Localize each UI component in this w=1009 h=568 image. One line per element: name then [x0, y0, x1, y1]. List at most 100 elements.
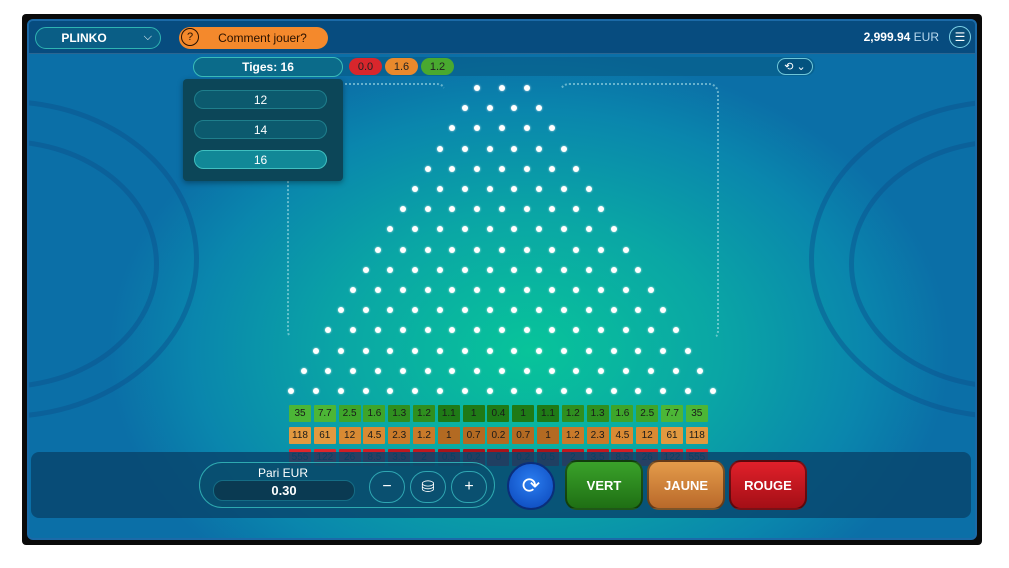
- peg: [511, 347, 518, 354]
- peg: [561, 186, 567, 192]
- peg: [548, 367, 555, 374]
- how-to-play-button[interactable]: ? Comment jouer?: [179, 27, 328, 49]
- pins-option-16[interactable]: 16: [194, 150, 327, 169]
- multiplier-green: 7.7: [313, 405, 336, 422]
- game-selector[interactable]: PLINKO ⌵: [35, 27, 161, 49]
- peg: [585, 388, 592, 394]
- pins-option-12[interactable]: 12: [194, 90, 327, 109]
- question-icon: ?: [181, 28, 199, 46]
- peg: [362, 307, 369, 314]
- peg: [499, 327, 505, 334]
- peg: [486, 347, 493, 354]
- multiplier-green: 2.5: [338, 405, 361, 422]
- peg: [647, 327, 654, 334]
- menu-button[interactable]: ☰: [949, 26, 971, 48]
- peg: [635, 347, 642, 354]
- peg: [461, 145, 468, 152]
- peg: [313, 347, 319, 354]
- peg: [288, 388, 295, 394]
- peg: [300, 367, 307, 374]
- multiplier-yellow: 61: [661, 427, 683, 444]
- peg: [561, 307, 567, 314]
- peg: [474, 85, 481, 91]
- peg: [647, 367, 654, 374]
- multiplier-green: 7.7: [661, 405, 683, 422]
- peg: [449, 165, 456, 172]
- peg: [536, 307, 543, 314]
- peg: [437, 145, 443, 152]
- peg: [486, 226, 493, 233]
- autoplay-button[interactable]: ⟳: [507, 462, 555, 510]
- peg: [486, 145, 493, 152]
- multiplier-yellow: 118: [685, 427, 708, 444]
- peg: [548, 206, 555, 213]
- peg: [499, 125, 505, 132]
- peg: [424, 287, 431, 293]
- peg: [573, 367, 580, 374]
- peg: [672, 327, 679, 334]
- peg: [623, 367, 629, 374]
- history-button[interactable]: ⟲ ⌄: [777, 58, 813, 75]
- peg: [561, 226, 567, 233]
- peg: [474, 165, 481, 172]
- peg: [548, 165, 555, 172]
- peg: [511, 266, 518, 273]
- multiplier-green: 35: [289, 405, 311, 422]
- peg: [461, 388, 468, 394]
- coins-button[interactable]: ⛁: [410, 471, 446, 503]
- pins-selector[interactable]: Tiges: 16: [193, 57, 343, 77]
- peg: [499, 367, 505, 374]
- bet-value[interactable]: 0.30: [213, 480, 355, 501]
- multiplier-green: 35: [685, 405, 708, 422]
- peg: [375, 327, 381, 334]
- peg: [399, 287, 406, 293]
- multiplier-yellow: 4.5: [611, 427, 634, 444]
- peg: [523, 327, 530, 334]
- multiplier-green: 1.1: [437, 405, 460, 422]
- red-drop-button[interactable]: ROUGE: [729, 460, 807, 510]
- decrease-bet-button[interactable]: −: [369, 471, 405, 503]
- pins-option-14[interactable]: 14: [194, 120, 327, 139]
- peg: [424, 327, 431, 334]
- peg: [486, 105, 493, 112]
- multiplier-yellow: 12: [338, 427, 361, 444]
- peg: [350, 327, 357, 334]
- peg: [523, 206, 530, 213]
- peg: [598, 206, 605, 213]
- multiplier-green: 1.6: [611, 405, 634, 422]
- peg: [523, 125, 530, 132]
- peg: [685, 347, 691, 354]
- yellow-drop-button[interactable]: JAUNE: [647, 460, 725, 510]
- pins-dropdown: 12 14 16: [183, 79, 343, 181]
- peg: [474, 367, 481, 374]
- peg: [449, 367, 456, 374]
- peg: [499, 246, 505, 253]
- peg: [610, 226, 617, 233]
- peg: [387, 347, 394, 354]
- multiplier-green: 1.3: [388, 405, 411, 422]
- peg: [610, 388, 617, 394]
- peg: [437, 266, 443, 273]
- peg: [387, 388, 394, 394]
- multiplier-yellow: 118: [289, 427, 311, 444]
- peg: [635, 388, 642, 394]
- peg: [536, 347, 543, 354]
- multiplier-yellow: 4.5: [363, 427, 386, 444]
- peg: [486, 388, 493, 394]
- peg: [424, 367, 431, 374]
- peg: [598, 246, 605, 253]
- multiplier-yellow: 1: [437, 427, 460, 444]
- increase-bet-button[interactable]: +: [451, 471, 487, 503]
- peg: [449, 206, 456, 213]
- peg: [437, 388, 443, 394]
- peg: [474, 206, 481, 213]
- green-drop-button[interactable]: VERT: [565, 460, 643, 510]
- peg: [437, 226, 443, 233]
- peg: [623, 287, 629, 293]
- peg: [325, 327, 332, 334]
- peg: [325, 367, 332, 374]
- peg: [610, 347, 617, 354]
- peg: [412, 226, 419, 233]
- multiplier-yellow: 0.2: [487, 427, 510, 444]
- peg: [623, 246, 629, 253]
